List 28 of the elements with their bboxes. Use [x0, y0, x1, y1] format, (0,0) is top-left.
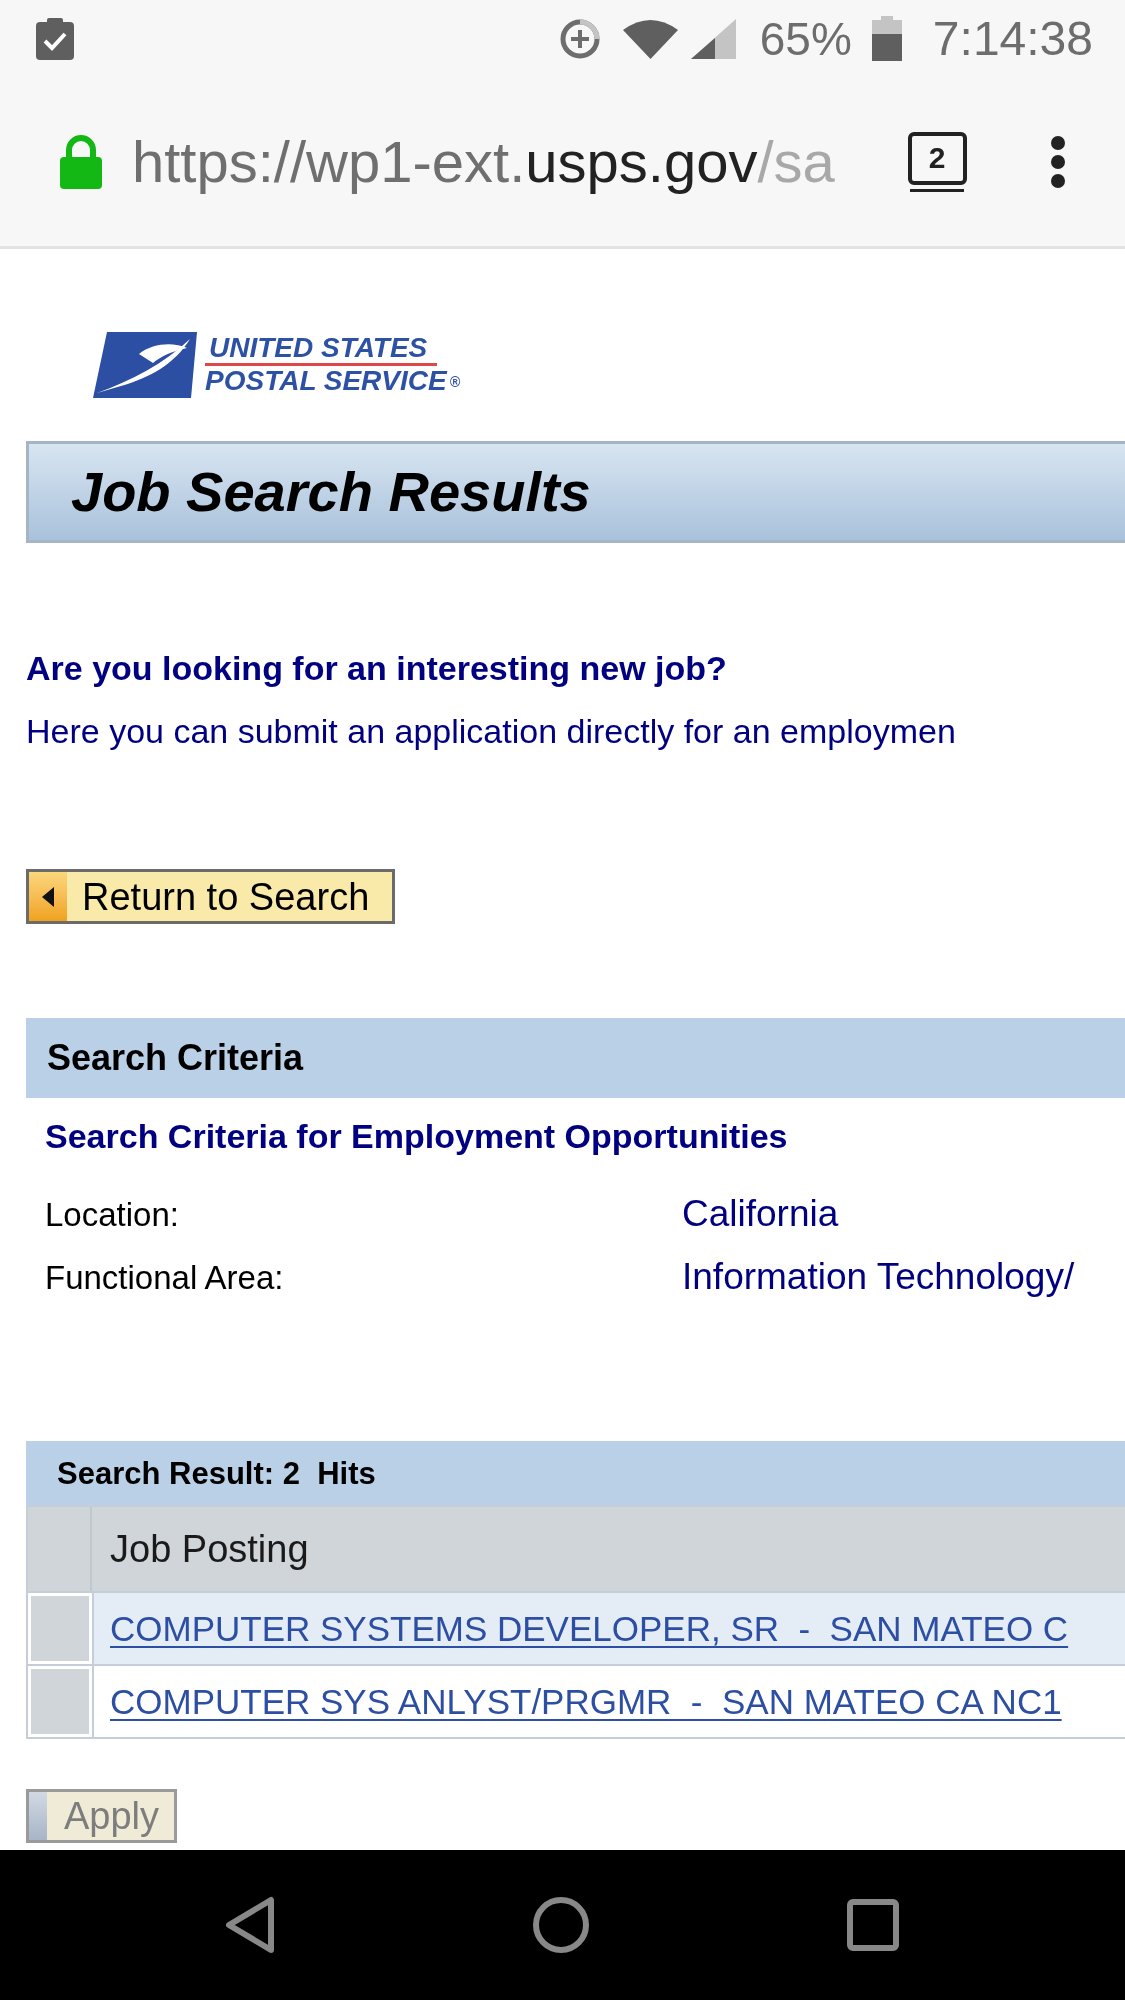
- intro-heading: Are you looking for an interesting new job?: [26, 648, 728, 689]
- more-menu-icon[interactable]: [1050, 135, 1066, 188]
- home-icon[interactable]: [532, 1896, 590, 1954]
- column-header: Job Posting: [109, 1526, 310, 1572]
- results-title: Search Result: 2 Hits: [57, 1457, 376, 1489]
- section-title: Search Criteria: [47, 1040, 304, 1076]
- eagle-emblem-icon: [93, 332, 197, 398]
- clipboard-check-icon: [36, 17, 74, 60]
- battery-percent: 65%: [759, 15, 852, 62]
- wifi-icon: [622, 18, 678, 59]
- field-value: Information Technology/: [682, 1255, 1075, 1299]
- field-label: Functional Area:: [45, 1258, 285, 1298]
- job-posting-link[interactable]: COMPUTER SYS ANLYST/PRGMR - SAN MATEO CA NC1: [110, 1684, 1062, 1719]
- caret-left-icon: [29, 872, 67, 921]
- cell-signal-icon: [690, 18, 736, 59]
- recents-icon[interactable]: [847, 1899, 899, 1951]
- clock-time: 7:14:38: [932, 14, 1093, 63]
- logo-wordmark: UNITED STATES POSTAL SERVICE®: [205, 332, 460, 398]
- field-value: California: [682, 1192, 839, 1236]
- intro-text: Here you can submit an application directly for an employmen: [26, 711, 957, 752]
- back-icon[interactable]: [225, 1896, 275, 1954]
- circle-plus-icon: [558, 17, 601, 60]
- page-title: Job Search Results: [71, 464, 591, 520]
- return-to-search-button[interactable]: Return to Search: [26, 869, 395, 924]
- battery-icon: [871, 16, 902, 61]
- criteria-subtitle: Search Criteria for Employment Opportunities: [45, 1116, 789, 1157]
- field-label: Location:: [45, 1195, 180, 1235]
- url-field[interactable]: https://wp1-ext.usps.gov/sa: [132, 126, 835, 197]
